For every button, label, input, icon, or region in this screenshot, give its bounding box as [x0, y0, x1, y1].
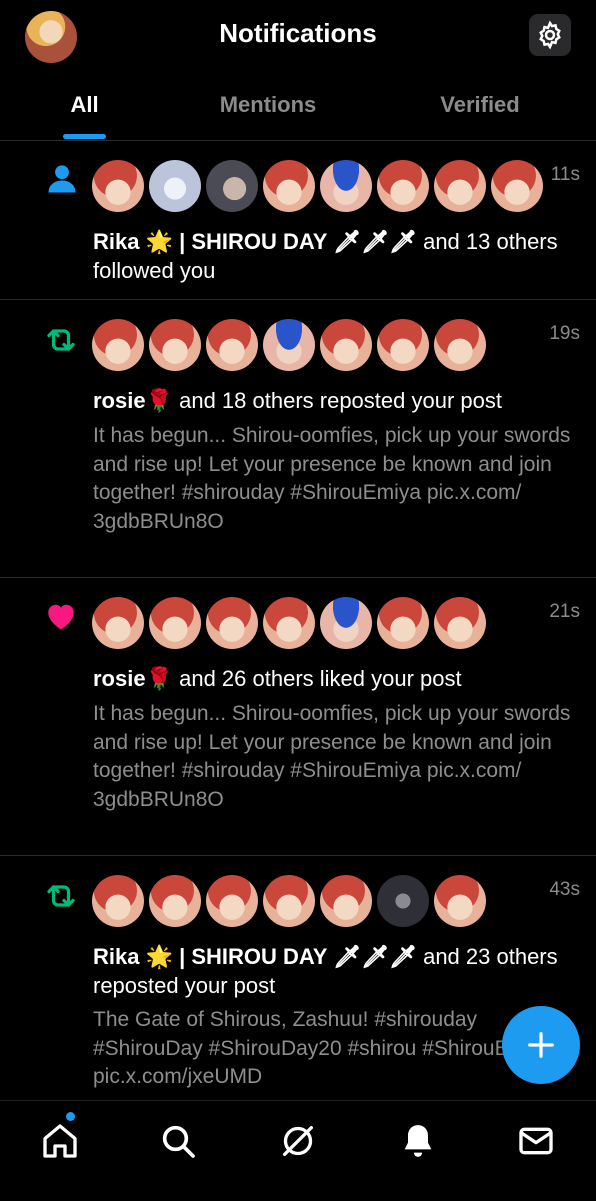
- avatar[interactable]: [320, 597, 372, 649]
- timestamp: 19s: [549, 323, 580, 344]
- avatar[interactable]: [206, 160, 258, 212]
- compose-button[interactable]: [502, 1006, 580, 1084]
- avatar[interactable]: [491, 160, 543, 212]
- avatar[interactable]: [206, 319, 258, 371]
- actor-avatars: [92, 319, 492, 371]
- notification-item[interactable]: 11s Rika 🌟 | SHIROU DAY 🗡🗡🗡 and 13 other…: [0, 141, 596, 300]
- avatar[interactable]: [434, 160, 486, 212]
- avatar[interactable]: [92, 597, 144, 649]
- settings-button[interactable]: [529, 14, 571, 56]
- timestamp: 21s: [549, 601, 580, 622]
- notification-action: and 18 others reposted your post: [172, 388, 502, 413]
- avatar[interactable]: [377, 160, 429, 212]
- avatar[interactable]: [377, 597, 429, 649]
- actor-avatars: [92, 160, 552, 212]
- avatar[interactable]: [149, 875, 201, 927]
- avatar[interactable]: [92, 875, 144, 927]
- notification-summary: rosie🌹 and 18 others reposted your post: [93, 386, 563, 415]
- avatar[interactable]: [263, 319, 315, 371]
- bell-icon[interactable]: [398, 1121, 438, 1161]
- post-preview: The Gate of Shirous, Zashuu! #shirouday …: [93, 1008, 553, 1088]
- avatar[interactable]: [320, 160, 372, 212]
- avatar[interactable]: [434, 597, 486, 649]
- repost-icon: [47, 329, 75, 351]
- tab-all[interactable]: All: [63, 92, 106, 118]
- search-icon[interactable]: [158, 1121, 198, 1161]
- avatar[interactable]: [320, 319, 372, 371]
- avatar[interactable]: [149, 160, 201, 212]
- post-preview: It has begun... Shirou-oomfies, pick up …: [93, 702, 571, 811]
- avatar[interactable]: [434, 875, 486, 927]
- avatar[interactable]: [434, 319, 486, 371]
- timestamp: 43s: [549, 879, 580, 900]
- mail-icon[interactable]: [516, 1121, 556, 1161]
- avatar[interactable]: [206, 875, 258, 927]
- notification-summary: Rika 🌟 | SHIROU DAY 🗡🗡🗡 and 13 others fo…: [93, 227, 563, 285]
- header: Notifications: [0, 0, 596, 70]
- avatar[interactable]: [263, 160, 315, 212]
- avatar[interactable]: [92, 319, 144, 371]
- notification-action: and 26 others liked your post: [172, 666, 462, 691]
- actor-avatars: [92, 597, 492, 649]
- bottom-nav: [0, 1100, 596, 1201]
- actor-avatars: [92, 875, 492, 927]
- notification-summary: rosie🌹 and 26 others liked your post: [93, 664, 563, 693]
- tab-mentions[interactable]: Mentions: [208, 92, 328, 118]
- tab-verified[interactable]: Verified: [425, 92, 535, 118]
- post-preview: It has begun... Shirou-oomfies, pick up …: [93, 424, 571, 533]
- plus-icon: [528, 1032, 554, 1058]
- avatar[interactable]: [320, 875, 372, 927]
- home-icon[interactable]: [40, 1121, 80, 1161]
- notification-item[interactable]: 21s rosie🌹 and 26 others liked your post…: [0, 578, 596, 856]
- actor-name[interactable]: Rika 🌟 | SHIROU DAY 🗡🗡🗡: [93, 229, 417, 254]
- avatar[interactable]: [92, 160, 144, 212]
- person-icon: [48, 165, 76, 193]
- avatar[interactable]: [263, 597, 315, 649]
- avatar[interactable]: [263, 875, 315, 927]
- avatar[interactable]: [206, 597, 258, 649]
- avatar[interactable]: [377, 319, 429, 371]
- page-title: Notifications: [219, 18, 377, 48]
- repost-icon: [47, 885, 75, 907]
- avatar[interactable]: [377, 875, 429, 927]
- heart-icon: [48, 604, 74, 630]
- avatar[interactable]: [149, 319, 201, 371]
- avatar[interactable]: [149, 597, 201, 649]
- home-unread-dot: [66, 1112, 75, 1121]
- grok-icon[interactable]: [278, 1121, 318, 1161]
- notification-summary: Rika 🌟 | SHIROU DAY 🗡🗡🗡 and 23 others re…: [93, 942, 563, 1000]
- actor-name[interactable]: rosie🌹: [93, 388, 173, 413]
- notification-item[interactable]: 19s rosie🌹 and 18 others reposted your p…: [0, 300, 596, 578]
- gear-icon: [539, 20, 561, 50]
- notification-tabs: All Mentions Verified: [0, 80, 596, 141]
- actor-name[interactable]: rosie🌹: [93, 666, 173, 691]
- actor-name[interactable]: Rika 🌟 | SHIROU DAY 🗡🗡🗡: [93, 944, 417, 969]
- timestamp: 11s: [550, 164, 580, 185]
- active-tab-indicator: [63, 134, 106, 139]
